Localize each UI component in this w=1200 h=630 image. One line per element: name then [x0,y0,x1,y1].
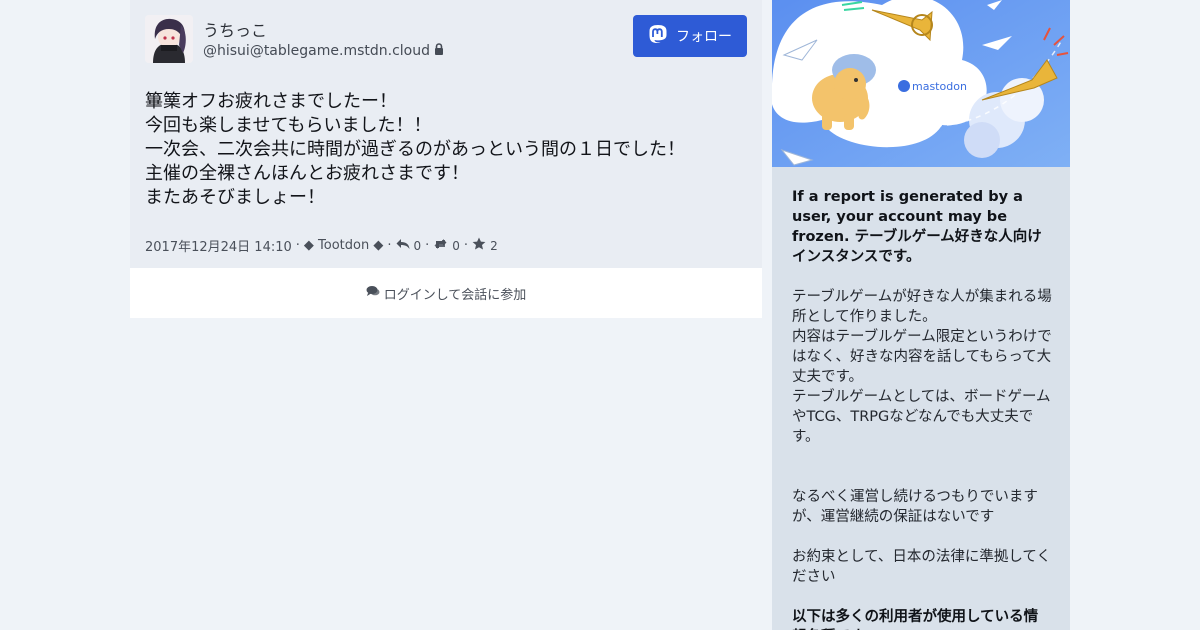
follow-button[interactable]: フォロー [633,15,747,57]
content-line: 一次会、二次会共に時間が過ぎるのがあっという間の１日でした！ [145,139,685,160]
info-heading: 以下は多くの利用者が使用している情報各種です。 [792,609,1039,630]
description-paragraph: お約束として、日本の法律に準拠してください [792,549,1051,585]
star-icon [472,237,486,254]
boost-icon [433,238,448,254]
display-name[interactable]: うちっこ [203,17,267,41]
status-card: うちっこ @hisui@tablegame.mstdn.cloud フォロー 篳… [130,0,762,268]
avatar[interactable] [145,15,193,63]
mastodon-logo-text: mastodon [912,80,967,93]
content-line: またあそびましょー！ [145,187,325,208]
join-conversation-link[interactable]: ログインして会話に参加 [130,268,762,318]
separator: · [463,238,469,253]
description-paragraph: テーブルゲームとしては、ボードゲームやTCG、TRPGなどなんでも大丈夫です。 [792,389,1051,445]
boost-count: 0 [452,238,460,253]
join-conversation-label: ログインして会話に参加 [383,287,527,303]
status-meta: 2017年12月24日 14:10 · ◆ Tootdon ◆ · 0 · 0 … [145,236,498,255]
follow-label: フォロー [676,29,732,45]
account-handle: @hisui@tablegame.mstdn.cloud [203,43,444,59]
separator: · [425,238,430,253]
server-info-sidebar: mastodon If a report is generated by a u… [772,0,1070,630]
description-paragraph: なるべく運営し続けるつもりでいますが、運営継続の保証はないです [792,489,1038,525]
comments-icon [366,285,380,301]
app-link[interactable]: ◆ Tootdon ◆ [304,238,383,253]
separator: · [295,238,300,253]
hero-illustration: mastodon [772,0,1070,167]
favourite-count: 2 [490,238,498,253]
content-line: 今回も楽しませてもらいました！！ [145,115,432,136]
mastodon-icon [648,24,668,48]
separator: · [387,238,392,253]
content-line: 篳篥オフお疲れさまでしたー！ [145,91,397,112]
reply-count: 0 [413,238,422,253]
account-handle-text: @hisui@tablegame.mstdn.cloud [203,43,430,59]
status-content: 篳篥オフお疲れさまでしたー！ 今回も楽しませてもらいました！！ 一次会、二次会共… [145,90,745,210]
description-paragraph: テーブルゲームが好きな人が集まれる場所として作りました。 [792,289,1052,325]
timestamp-link[interactable]: 2017年12月24日 14:10 [145,236,292,255]
server-description: If a report is generated by a user, your… [792,187,1052,630]
server-intro: If a report is generated by a user, your… [792,189,1042,265]
lock-icon [434,43,444,59]
content-line: 主催の全裸さんほんとお疲れさまです！ [145,163,469,184]
description-paragraph: 内容はテーブルゲーム限定というわけではなく、好きな内容を話してもらって大丈夫です… [792,329,1052,385]
reply-icon [396,238,410,254]
